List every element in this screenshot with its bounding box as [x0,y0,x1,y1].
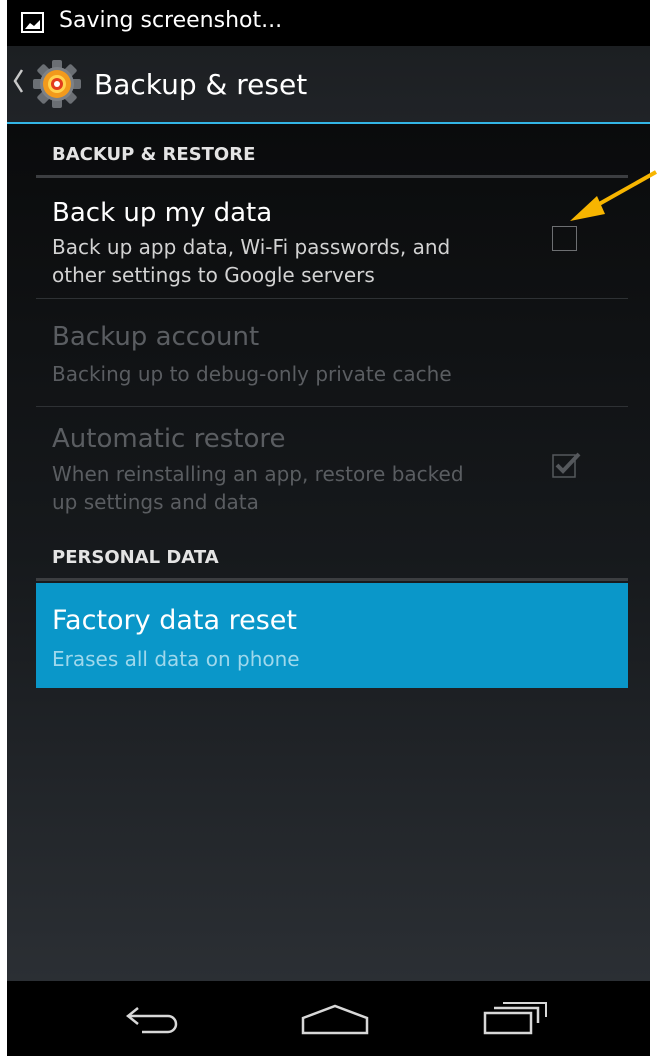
gallery-icon [21,12,44,33]
item-title: Factory data reset [52,605,297,636]
section-header-personal-data: PERSONAL DATA [52,547,219,568]
recent-apps-icon [483,1002,547,1035]
status-bar: Saving screenshot... [7,0,650,46]
item-title: Back up my data [52,198,273,228]
settings-gear-icon[interactable] [32,59,82,109]
back-button[interactable] [102,981,212,1056]
item-summary: Backing up to debug-only private cache [52,362,452,386]
item-summary: When reinstalling an app, restore backed [52,462,464,486]
home-icon [301,1004,369,1035]
section-header-backup-restore: BACKUP & RESTORE [52,144,256,165]
recent-apps-button[interactable] [462,981,572,1056]
item-summary: Erases all data on phone [52,647,300,671]
up-caret-icon[interactable] [12,68,24,94]
status-notification-text: Saving screenshot... [59,8,283,33]
item-summary: Back up app data, Wi-Fi passwords, and [52,235,451,259]
back-icon [125,1007,178,1034]
item-summary: other settings to Google servers [52,263,375,287]
item-title: Backup account [52,322,260,352]
divider [36,406,628,407]
divider [36,298,628,299]
phone-screen: Saving screenshot... Backup & reset BACK… [7,0,650,1056]
home-button[interactable] [282,981,392,1056]
page-title: Backup & reset [94,68,308,101]
list-item-factory-data-reset[interactable]: Factory data reset Erases all data on ph… [36,583,628,688]
item-title: Automatic restore [52,424,286,454]
item-summary: up settings and data [52,490,259,514]
section-rule [36,578,628,581]
navigation-bar [7,981,650,1056]
section-rule [36,175,628,178]
back-up-my-data-checkbox[interactable] [552,226,577,251]
settings-list: BACKUP & RESTORE Back up my data Back up… [7,124,650,981]
automatic-restore-checkbox [552,452,581,478]
